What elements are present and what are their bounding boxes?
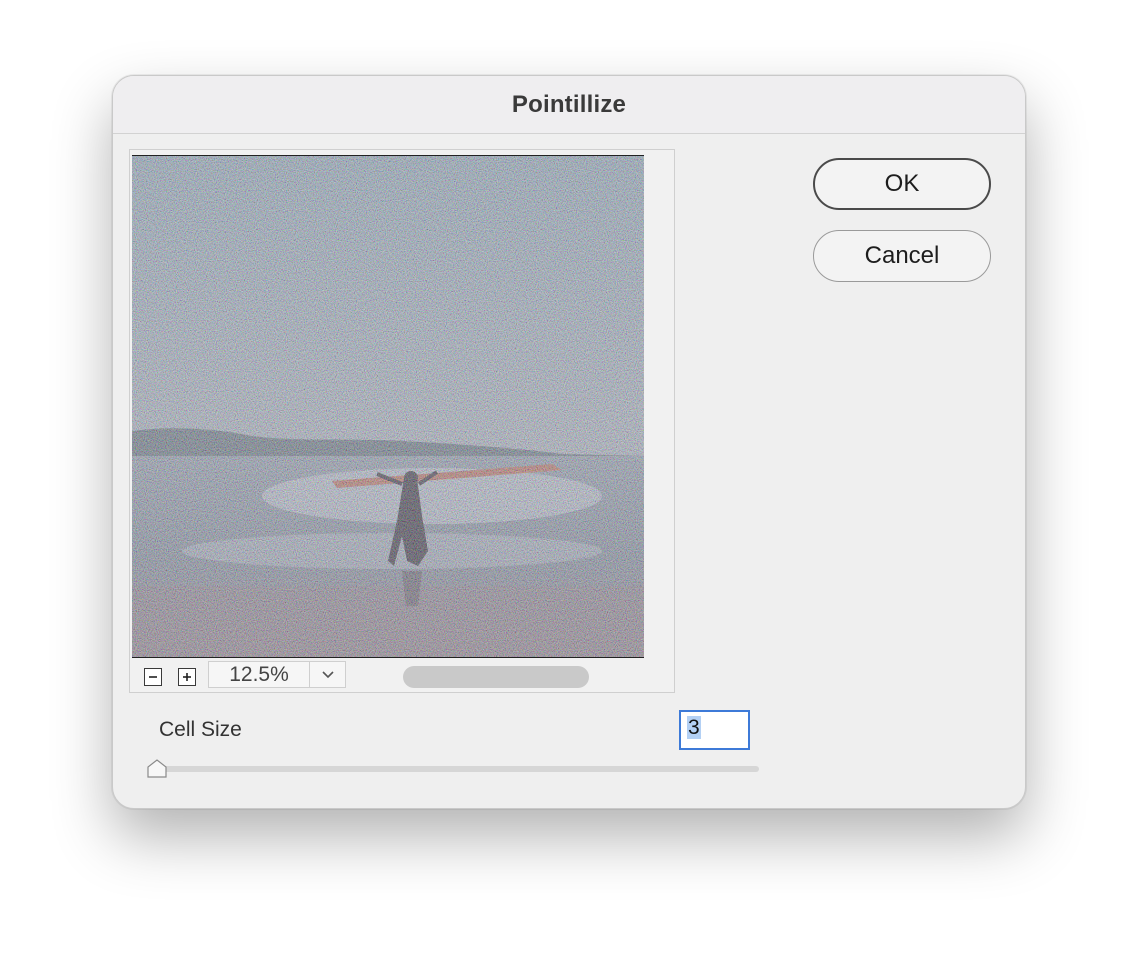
chevron-down-icon bbox=[321, 671, 334, 679]
zoom-level-value: 12.5% bbox=[209, 662, 310, 687]
preview-panel: 12.5% bbox=[129, 149, 675, 693]
preview-horizontal-scrollbar[interactable] bbox=[403, 666, 589, 688]
minus-icon bbox=[149, 676, 157, 678]
preview-image-graphic bbox=[132, 156, 644, 657]
zoom-menu-button[interactable] bbox=[310, 662, 345, 687]
cell-size-label: Cell Size bbox=[159, 718, 242, 741]
zoom-in-button[interactable] bbox=[178, 668, 196, 686]
cell-size-input[interactable]: 3 bbox=[679, 710, 750, 750]
cell-size-value: 3 bbox=[687, 716, 701, 739]
dialog-title: Pointillize bbox=[511, 90, 627, 118]
ok-button[interactable]: OK bbox=[813, 158, 991, 210]
cell-size-slider-track[interactable] bbox=[149, 766, 759, 772]
cell-size-slider-thumb[interactable] bbox=[146, 759, 168, 779]
zoom-level-select[interactable]: 12.5% bbox=[208, 661, 346, 688]
cancel-button[interactable]: Cancel bbox=[813, 230, 991, 282]
zoom-out-button[interactable] bbox=[144, 668, 162, 686]
zoom-bar: 12.5% bbox=[130, 658, 674, 692]
title-bar: Pointillize bbox=[113, 76, 1025, 134]
pointillize-dialog: Pointillize 12.5% OK Cancel Cell Size 3 bbox=[112, 75, 1026, 809]
plus-icon bbox=[183, 673, 191, 681]
preview-image[interactable] bbox=[132, 155, 644, 658]
